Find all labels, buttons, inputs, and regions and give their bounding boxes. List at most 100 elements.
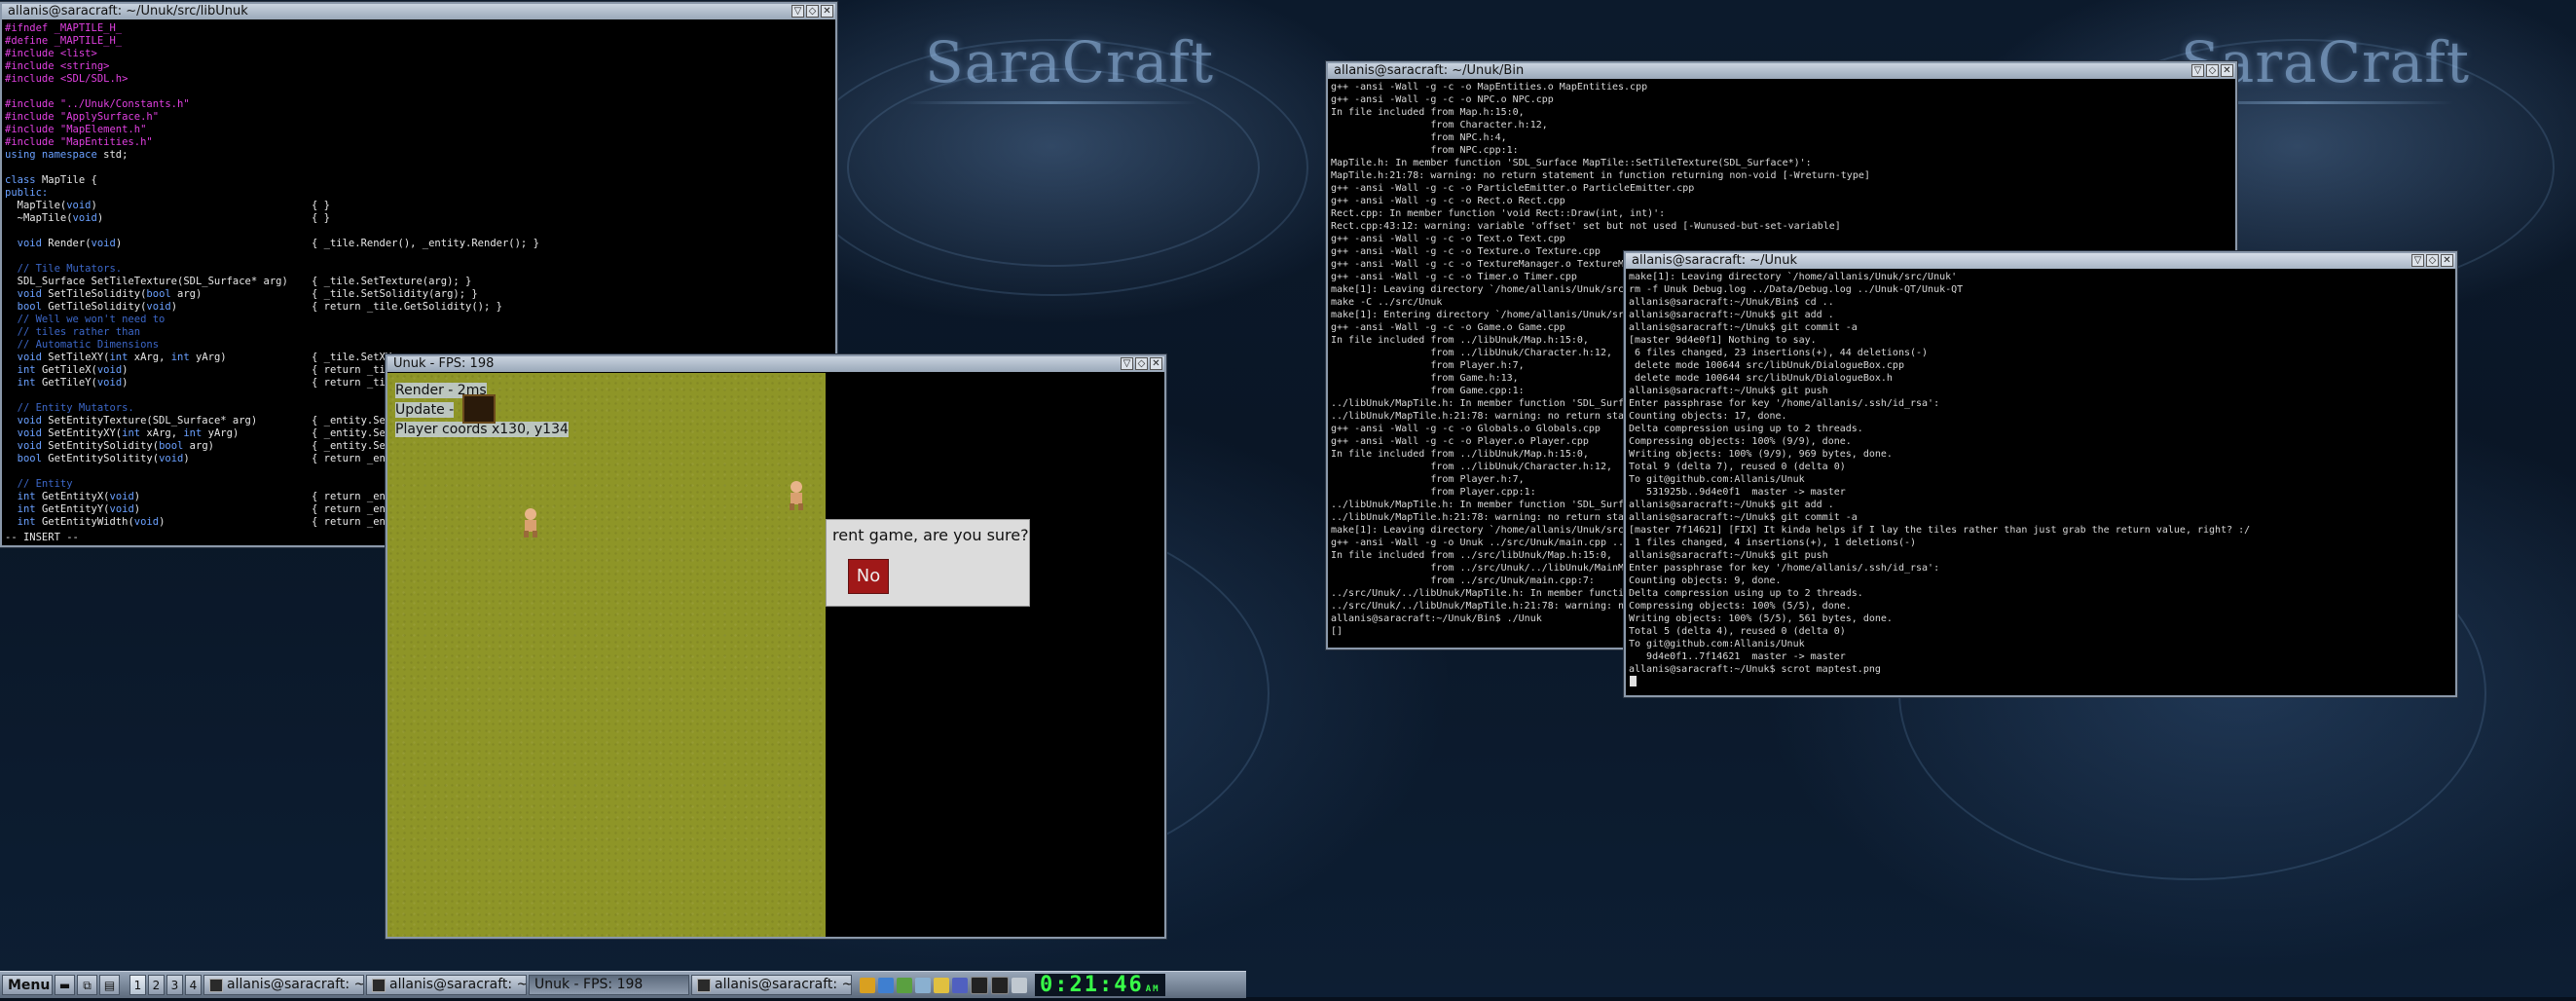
code-token: int bbox=[17, 516, 42, 528]
brand-logo: SaraCraft bbox=[925, 29, 1215, 95]
window-title: Unuk - FPS: 198 bbox=[393, 356, 495, 371]
game-window[interactable]: Unuk - FPS: 198 ▽ ◇ ✕ Render - 2ms Updat… bbox=[386, 354, 1166, 939]
cpu-monitor-icon[interactable] bbox=[971, 976, 988, 994]
code-token: yArg) bbox=[196, 352, 227, 363]
game-viewport[interactable]: Render - 2ms Update - Player coords x130… bbox=[387, 373, 1164, 937]
code-line: #include "MapEntities.h" bbox=[5, 136, 832, 149]
empty-map-area bbox=[826, 373, 1164, 937]
code-token: ~MapTile( bbox=[5, 212, 73, 224]
code-token: Render( bbox=[48, 238, 92, 249]
desktop-switch-1[interactable]: 1 bbox=[129, 975, 146, 995]
game-window-titlebar[interactable]: Unuk - FPS: 198 ▽ ◇ ✕ bbox=[387, 356, 1164, 372]
shade-button[interactable]: ▽ bbox=[791, 5, 804, 18]
code-token: SetTileSolidity( bbox=[48, 288, 147, 300]
task-button-vim[interactable]: allanis@saracraft: ~/U... bbox=[203, 975, 364, 995]
close-button[interactable]: ✕ bbox=[2221, 64, 2233, 77]
volume-icon[interactable] bbox=[915, 977, 931, 993]
desktop-switch-4[interactable]: 4 bbox=[185, 975, 202, 995]
code-token: void bbox=[91, 238, 116, 249]
code-token: void bbox=[72, 212, 97, 224]
code-token: { _tile.SetTexture(arg); } bbox=[312, 276, 472, 287]
close-button[interactable]: ✕ bbox=[821, 5, 833, 18]
task-button-game[interactable]: Unuk - FPS: 198 bbox=[529, 975, 689, 995]
shade-button[interactable]: ▽ bbox=[1121, 357, 1133, 370]
maximize-button[interactable]: ◇ bbox=[1135, 357, 1148, 370]
code-token: void bbox=[17, 415, 49, 426]
code-token: int bbox=[17, 377, 42, 389]
terminal-line: Total 9 (delta 7), reused 0 (delta 0) bbox=[1629, 462, 1846, 472]
unuk-terminal-titlebar[interactable]: allanis@saracraft: ~/Unuk ▽ ◇ ✕ bbox=[1626, 253, 2455, 269]
code-line: #define _MAPTILE_H_ bbox=[5, 35, 832, 48]
code-token: // Automatic Dimensions bbox=[5, 339, 160, 351]
code-line: #include <string> bbox=[5, 60, 832, 73]
code-token: void bbox=[146, 301, 171, 313]
code-token: { return _ent bbox=[312, 453, 392, 464]
code-token: SDL_Surface SetTileTexture(SDL_Surface* … bbox=[5, 276, 288, 287]
terminal-line: allanis@saracraft:~/Unuk$ git add . bbox=[1629, 310, 1834, 320]
code-token: void bbox=[17, 238, 49, 249]
desktop-switch-2[interactable]: 2 bbox=[148, 975, 165, 995]
bin-terminal-titlebar[interactable]: allanis@saracraft: ~/Unuk/Bin ▽ ◇ ✕ bbox=[1328, 63, 2235, 79]
code-token: xArg, bbox=[133, 352, 171, 363]
code-token: void bbox=[109, 491, 134, 502]
shade-button[interactable]: ▽ bbox=[2411, 254, 2424, 267]
code-token: ) bbox=[115, 238, 123, 249]
code-token: ) bbox=[122, 364, 129, 376]
vim-window-titlebar[interactable]: allanis@saracraft: ~/Unuk/src/libUnuk ▽ … bbox=[2, 4, 835, 19]
wallpaper-swirl bbox=[847, 68, 1260, 267]
update-time: Update - bbox=[395, 402, 455, 418]
show-desktop-icon[interactable]: ▬ bbox=[55, 975, 75, 995]
grass-map[interactable] bbox=[387, 373, 826, 937]
code-token: { _entity.Set bbox=[312, 427, 392, 439]
tools-icon[interactable] bbox=[860, 977, 875, 993]
code-token: #ifndef _MAPTILE_H_ bbox=[5, 22, 123, 34]
updates-icon[interactable] bbox=[897, 977, 912, 993]
memory-monitor-icon[interactable] bbox=[991, 976, 1009, 994]
network-icon[interactable] bbox=[878, 977, 894, 993]
code-token: ) bbox=[133, 503, 141, 515]
terminal-line: Counting objects: 17, done. bbox=[1629, 411, 1787, 422]
maximize-button[interactable]: ◇ bbox=[2206, 64, 2219, 77]
terminal-line: Rect.cpp: In member function 'void Rect:… bbox=[1331, 208, 1666, 219]
code-token: GetEntityWidth( bbox=[41, 516, 134, 528]
code-token: xArg, bbox=[146, 427, 184, 439]
clock[interactable]: 0:21:46 AM bbox=[1035, 974, 1165, 996]
messenger-icon[interactable] bbox=[952, 977, 968, 993]
menu-button[interactable]: Menu bbox=[2, 975, 53, 995]
code-token: using namespace bbox=[5, 149, 104, 161]
terminal-line: 531925b..9d4e0f1 master -> master bbox=[1629, 487, 1846, 498]
clock-ampm: AM bbox=[1145, 984, 1160, 994]
maximize-button[interactable]: ◇ bbox=[2426, 254, 2439, 267]
code-token: #include <SDL/SDL.h> bbox=[5, 73, 129, 85]
confirm-dialog: rent game, are you sure? No bbox=[826, 519, 1030, 607]
mail-icon[interactable] bbox=[1012, 977, 1027, 993]
code-token: int bbox=[122, 427, 147, 439]
code-token: SetEntityXY( bbox=[48, 427, 123, 439]
desktop-switch-3[interactable]: 3 bbox=[166, 975, 183, 995]
maximize-button[interactable]: ◇ bbox=[806, 5, 819, 18]
terminal-line: allanis@saracraft:~/Unuk$ git add . bbox=[1629, 500, 1834, 510]
close-button[interactable]: ✕ bbox=[2441, 254, 2453, 267]
terminal-line: Enter passphrase for key '/home/allanis/… bbox=[1629, 563, 1940, 574]
terminal-line: [master 7f14621] [FIX] It kinda helps if… bbox=[1629, 525, 2251, 536]
task-label: allanis@saracraft: ~/U... bbox=[715, 977, 851, 992]
shade-button[interactable]: ▽ bbox=[2191, 64, 2204, 77]
task-button-unuk[interactable]: allanis@saracraft: ~/U... bbox=[691, 975, 852, 995]
no-button[interactable]: No bbox=[848, 559, 889, 594]
window-list-icon[interactable]: ⧉ bbox=[77, 975, 97, 995]
terminal-icon bbox=[372, 978, 386, 992]
code-token: { return _ent bbox=[312, 491, 392, 502]
unuk-terminal-window[interactable]: allanis@saracraft: ~/Unuk ▽ ◇ ✕ make[1]:… bbox=[1624, 251, 2457, 697]
task-button-bin[interactable]: allanis@saracraft: ~/U... bbox=[366, 975, 527, 995]
code-token: #include "MapElement.h" bbox=[5, 124, 147, 135]
close-button[interactable]: ✕ bbox=[1150, 357, 1162, 370]
code-token: #include "ApplySurface.h" bbox=[5, 111, 160, 123]
unuk-terminal-output[interactable]: make[1]: Leaving directory `/home/allani… bbox=[1626, 270, 2455, 695]
notes-icon[interactable] bbox=[934, 977, 949, 993]
terminal-launcher-icon[interactable]: ▤ bbox=[99, 975, 120, 995]
